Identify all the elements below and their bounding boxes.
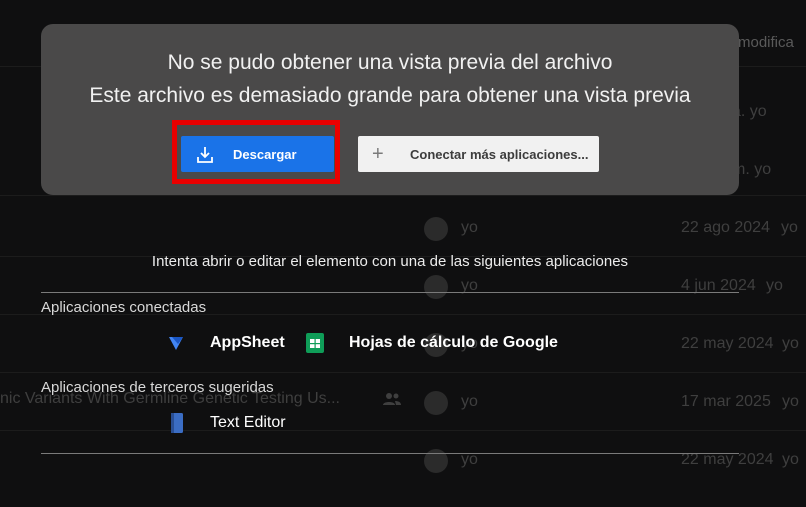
row-owner-trailing: yo [781,219,798,236]
app-name: Hojas de cálculo de Google [349,334,558,351]
row-date: 22 may 2024 [681,335,774,352]
connected-apps-heading: Aplicaciones conectadas [41,299,207,316]
download-icon [197,147,213,163]
app-name: Text Editor [210,414,286,431]
preview-error-card: No se pudo obtener una vista previa del … [41,24,739,195]
suggested-apps-heading: Aplicaciones de terceros sugeridas [41,379,274,396]
connect-more-apps-button[interactable]: + Conectar más aplicaciones... [358,136,599,172]
app-appsheet[interactable]: AppSheet [168,332,288,356]
download-button-label: Descargar [233,147,297,162]
preview-error-title: No se pudo obtener una vista previa del … [167,51,613,74]
row-divider [0,372,806,373]
row-date: 17 mar 2025 [681,393,771,410]
row-owner: yo [461,393,478,410]
owner-avatar [424,275,448,299]
app-name: AppSheet [210,334,285,351]
row-date: 22 ago 2024 [681,219,770,236]
shared-icon [383,393,401,405]
app-text-editor[interactable]: Text Editor [170,412,300,436]
owner-avatar [424,217,448,241]
row-owner-trailing: yo [766,277,783,294]
divider [41,453,739,454]
column-header-modified: modifica [738,34,794,51]
row-divider [0,430,806,431]
google-sheets-icon [306,333,324,353]
download-button[interactable]: Descargar [181,136,334,172]
row-owner-trailing: yo [782,451,799,468]
app-google-sheets[interactable]: Hojas de cálculo de Google [306,332,558,356]
divider [41,292,739,293]
connect-more-apps-label: Conectar más aplicaciones... [410,147,589,162]
preview-error-reason: Este archivo es demasiado grande para ob… [89,84,691,107]
text-editor-icon [171,413,183,433]
plus-icon: + [372,143,384,165]
row-owner-trailing: yo [782,335,799,352]
appsheet-icon [169,337,183,350]
row-owner-trailing: yo [782,393,799,410]
owner-avatar [424,391,448,415]
row-owner: yo [461,219,478,236]
open-with-prompt: Intenta abrir o editar el elemento con u… [151,253,629,270]
row-divider [0,195,806,196]
